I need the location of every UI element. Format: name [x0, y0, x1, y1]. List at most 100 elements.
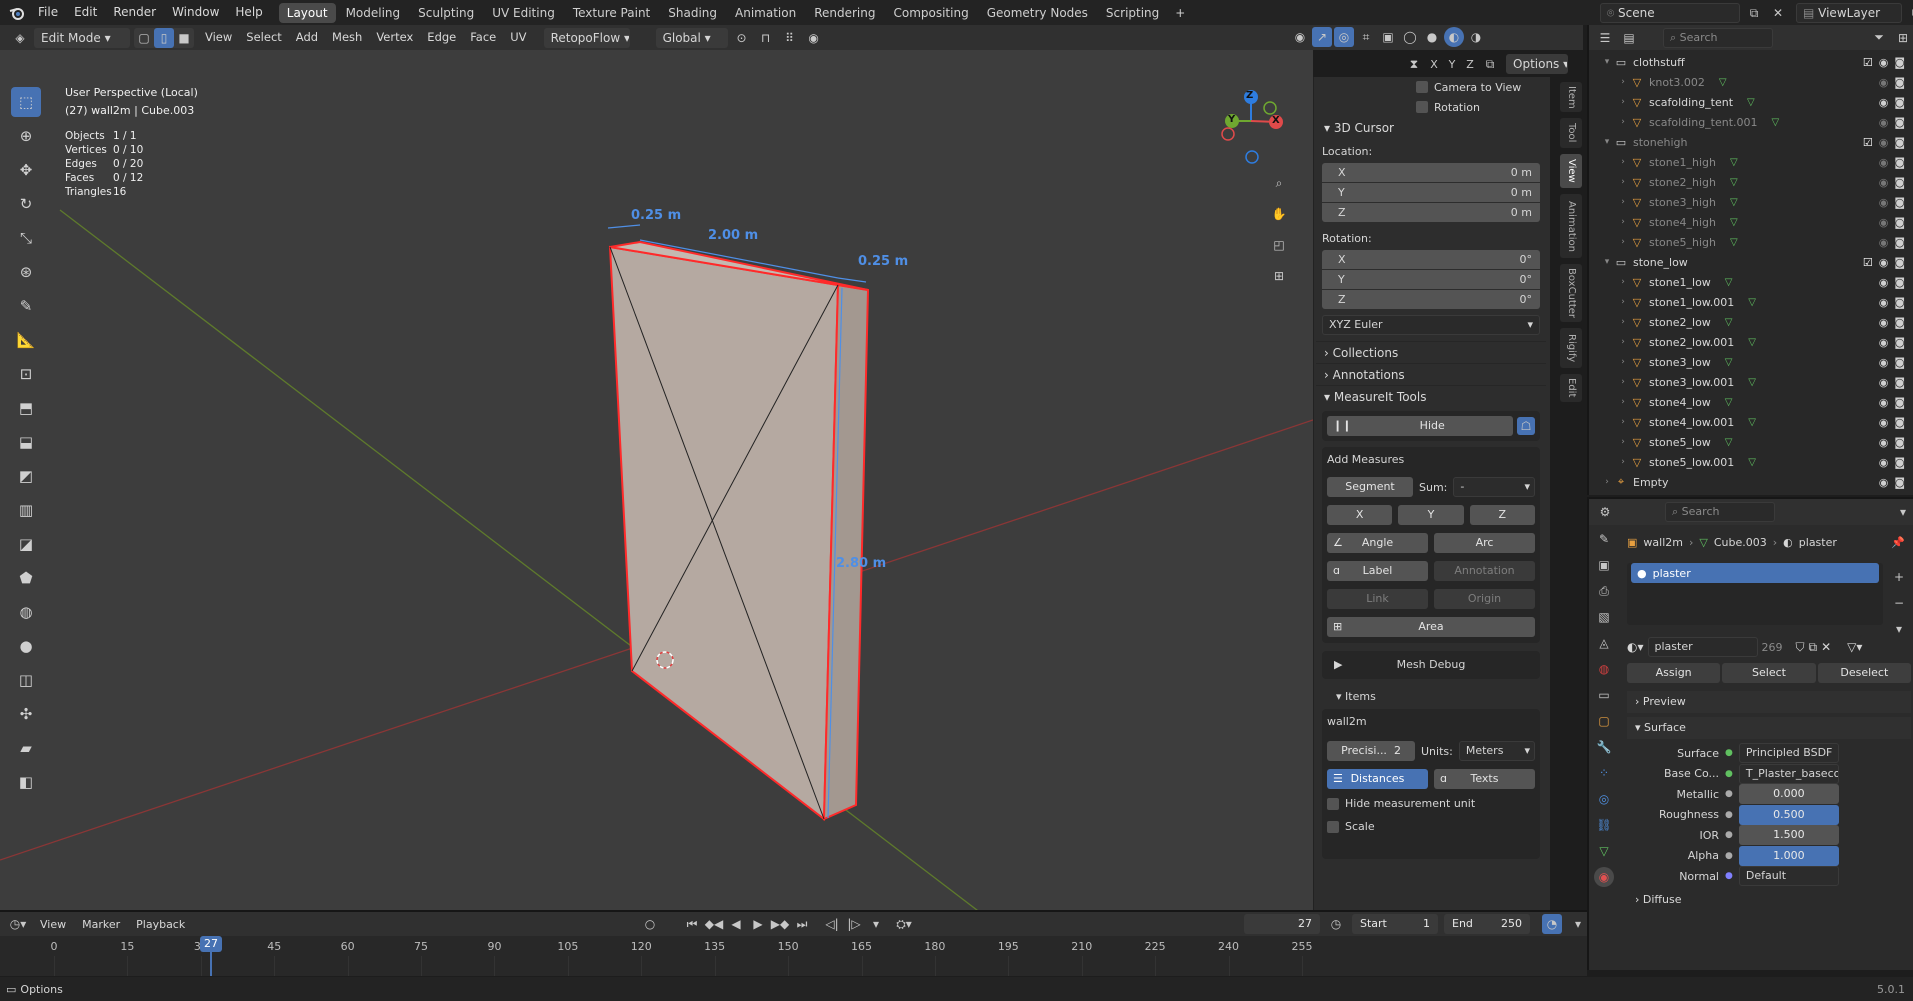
add-cube-icon[interactable]: ⊡ — [11, 359, 41, 389]
socket-dot-icon[interactable]: ● — [1725, 789, 1733, 799]
outliner-row-stone3-low[interactable]: › ▽ stone3_low ◉ ◙ ▽ — [1589, 352, 1913, 372]
duplicate-material-icon[interactable]: ⧉ — [1809, 640, 1818, 655]
visibility-icon[interactable]: ◉ — [1290, 27, 1310, 47]
outliner-row-stone4-low-001[interactable]: › ▽ stone4_low.001 ◉ ◙ ▽ — [1589, 412, 1913, 432]
items-panel-header[interactable]: ▾ Items — [1322, 685, 1540, 709]
area-button[interactable]: ⊞ Area — [1327, 617, 1535, 637]
timeline-menu-playback[interactable]: Playback — [130, 912, 191, 937]
face-select-icon[interactable]: ■ — [174, 28, 194, 48]
marker-dropdown-icon[interactable]: ▾ — [866, 914, 886, 934]
annotations-panel-header[interactable]: › Annotations — [1316, 363, 1546, 385]
transform-icon[interactable]: ⊛ — [11, 257, 41, 287]
outliner-row-stone2-high[interactable]: › ▽ stone2_high ◉ ◙ ▽ — [1589, 172, 1913, 192]
render-camera-icon[interactable]: ◙ — [1894, 416, 1905, 429]
outliner-row-stone4-high[interactable]: › ▽ stone4_high ◉ ◙ ▽ — [1589, 212, 1913, 232]
properties-search[interactable]: ⌕ Search — [1665, 502, 1775, 522]
expand-arrow-icon[interactable]: ▾ — [1601, 137, 1613, 147]
render-camera-icon[interactable]: ◙ — [1894, 356, 1905, 369]
prev-marker-icon[interactable]: ◁| — [822, 914, 842, 934]
preview-range-icon[interactable]: ◷ — [1326, 914, 1346, 934]
wall-front-face[interactable] — [608, 245, 840, 821]
render-camera-icon[interactable]: ◙ — [1894, 56, 1905, 69]
shear-icon[interactable]: ▰ — [11, 733, 41, 763]
sync-icon[interactable]: ⛭▾ — [894, 914, 914, 934]
options-dropdown[interactable]: Options ▾ — [1506, 54, 1568, 74]
sidebar-tab-rigify[interactable]: Rigify — [1560, 328, 1582, 368]
outliner-row-stone5-high[interactable]: › ▽ stone5_high ◉ ◙ ▽ — [1589, 232, 1913, 252]
cursor-rotation-x-field[interactable]: X 0° — [1322, 250, 1540, 269]
visibility-eye-icon[interactable]: ◉ — [1879, 296, 1889, 309]
sidebar-tab-view[interactable]: View — [1560, 154, 1582, 188]
menu-window[interactable]: Window — [164, 0, 227, 25]
material-tab-icon[interactable]: ◉ — [1594, 867, 1614, 887]
cursor-rotation-y-field[interactable]: Y 0° — [1322, 270, 1540, 289]
scale-icon[interactable]: ⤡ — [11, 223, 41, 253]
rip-icon[interactable]: ◧ — [11, 767, 41, 797]
label-button[interactable]: ɑ Label — [1327, 561, 1428, 581]
render-camera-icon[interactable]: ◙ — [1894, 96, 1905, 109]
render-camera-icon[interactable]: ◙ — [1894, 136, 1905, 149]
orientation-selector[interactable]: Global ▾ — [655, 27, 728, 48]
viewport-menu-face[interactable]: Face — [463, 25, 503, 50]
socket-dot-icon[interactable]: ● — [1725, 748, 1733, 758]
distances-button[interactable]: ☰ Distances — [1327, 769, 1428, 789]
status-options-label[interactable]: Options — [20, 983, 62, 996]
current-frame-field[interactable]: 27 — [1244, 914, 1320, 934]
visibility-eye-icon[interactable]: ◉ — [1879, 336, 1889, 349]
vertex-select-icon[interactable]: ▢ — [134, 28, 154, 48]
mesh-overlay-icon[interactable]: ⌗ — [1356, 27, 1376, 47]
outliner-row-stone4-low[interactable]: › ▽ stone4_low ◉ ◙ ▽ — [1589, 392, 1913, 412]
measure-x-button[interactable]: X — [1327, 505, 1393, 525]
visibility-eye-icon[interactable]: ◉ — [1879, 276, 1889, 289]
render-camera-icon[interactable]: ◙ — [1894, 376, 1905, 389]
segment-button[interactable]: Segment — [1327, 477, 1413, 497]
visibility-eye-icon[interactable]: ◉ — [1879, 176, 1889, 189]
timeline-menu-view[interactable]: View — [34, 912, 72, 937]
collection-tab-icon[interactable]: ▭ — [1594, 685, 1614, 705]
sidebar-tab-animation[interactable]: Animation — [1560, 194, 1582, 258]
visibility-eye-icon[interactable]: ◉ — [1879, 196, 1889, 209]
loop-cut-icon[interactable]: ▥ — [11, 495, 41, 525]
expand-arrow-icon[interactable]: › — [1617, 217, 1629, 227]
workspace-tab-modeling[interactable]: Modeling — [338, 3, 409, 23]
cursor-location-y-field[interactable]: Y 0 m — [1322, 183, 1540, 202]
unlink-material-icon[interactable]: ✕ — [1821, 640, 1831, 654]
include-checkbox-icon[interactable]: ☑ — [1863, 56, 1873, 69]
link-button[interactable]: Link — [1327, 589, 1428, 609]
workspace-tab-scripting[interactable]: Scripting — [1098, 3, 1167, 23]
render-tab-icon[interactable]: ▣ — [1594, 555, 1614, 575]
rotation-lock-checkbox[interactable] — [1416, 101, 1428, 113]
viewport-menu-mesh[interactable]: Mesh — [325, 25, 369, 50]
arc-button[interactable]: Arc — [1434, 533, 1535, 553]
physics-tab-icon[interactable]: ◎ — [1594, 789, 1614, 809]
3d-cursor-panel-header[interactable]: ▾ 3D Cursor — [1316, 117, 1546, 139]
perspective-grid-icon[interactable]: ⊞ — [1266, 263, 1292, 289]
outliner-row-knot3-002[interactable]: › ▽ knot3.002 ◉ ◙ ▽ — [1589, 72, 1913, 92]
outliner-row-stone3-low-001[interactable]: › ▽ stone3_low.001 ◉ ◙ ▽ — [1589, 372, 1913, 392]
cursor-rotation-z-field[interactable]: Z 0° — [1322, 290, 1540, 309]
visibility-eye-icon[interactable]: ◉ — [1879, 316, 1889, 329]
expand-arrow-icon[interactable]: › — [1617, 77, 1629, 87]
include-checkbox-icon[interactable]: ☑ — [1863, 136, 1873, 149]
mirror-icon[interactable]: ⧗ — [1404, 54, 1424, 74]
auto-merge-icon[interactable]: ⧉ — [1480, 54, 1500, 74]
workspace-tab-texture-paint[interactable]: Texture Paint — [565, 3, 658, 23]
status-options-icon[interactable]: ▭ — [6, 983, 16, 996]
property-value[interactable]: 1.500 — [1738, 825, 1839, 846]
expand-arrow-icon[interactable]: › — [1617, 277, 1629, 287]
mode-selector[interactable]: Edit Mode ▾ — [34, 27, 130, 48]
overlay-toggle-icon[interactable]: ◎ — [1334, 27, 1354, 47]
origin-button[interactable]: Origin — [1434, 589, 1535, 609]
render-camera-icon[interactable]: ◙ — [1894, 216, 1905, 229]
zoom-icon[interactable]: ⌕ — [1266, 170, 1292, 196]
menu-edit[interactable]: Edit — [66, 0, 105, 25]
shrink-fatten-icon[interactable]: ✣ — [11, 699, 41, 729]
scene-tab-icon[interactable]: ◬ — [1594, 633, 1614, 653]
outliner-row-stone1-low-001[interactable]: › ▽ stone1_low.001 ◉ ◙ ▽ — [1589, 292, 1913, 312]
render-camera-icon[interactable]: ◙ — [1894, 256, 1905, 269]
sidebar-tab-tool[interactable]: Tool — [1560, 118, 1582, 148]
spin-icon[interactable]: ◍ — [11, 597, 41, 627]
end-frame-field[interactable]: End 250 — [1444, 914, 1530, 934]
measure-y-button[interactable]: Y — [1398, 505, 1464, 525]
material-shading-icon[interactable]: ◐ — [1444, 27, 1464, 47]
